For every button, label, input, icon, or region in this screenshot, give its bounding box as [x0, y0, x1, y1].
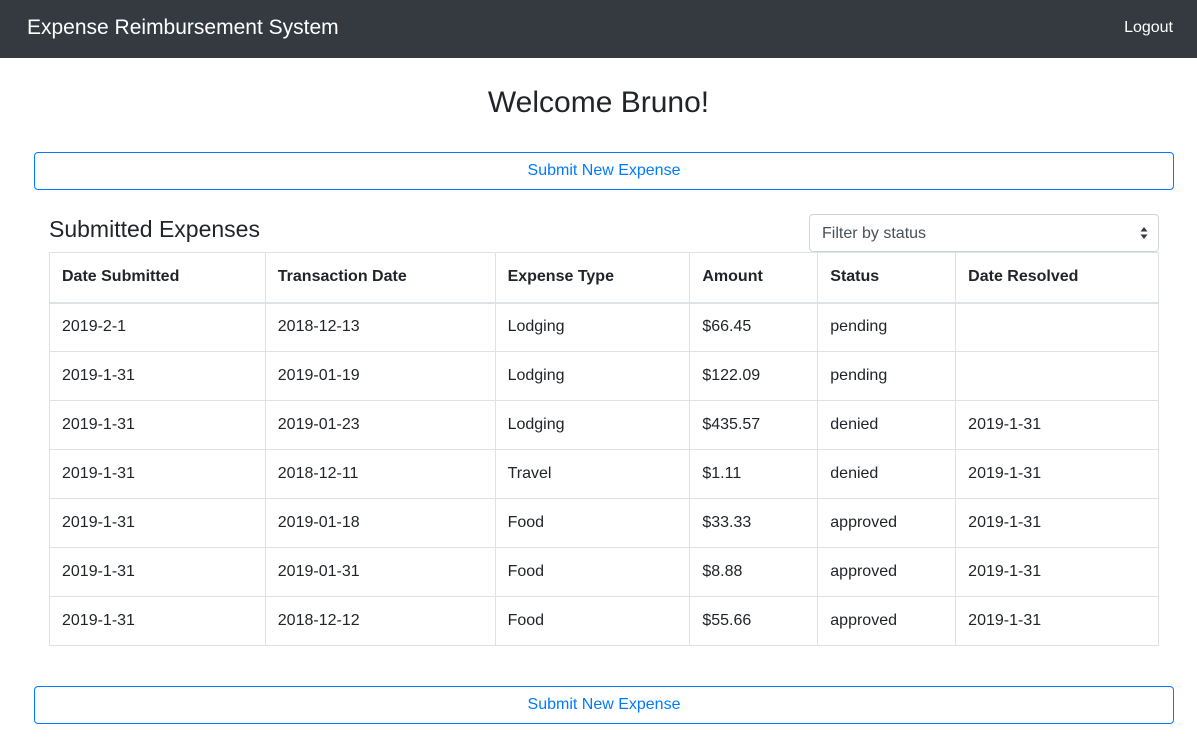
submit-expense-button-bottom[interactable]: Submit New Expense — [34, 686, 1174, 724]
table-row: 2019-1-31 2019-01-19 Lodging $122.09 pending — [49, 351, 1159, 401]
navbar: Expense Reimbursement System Logout — [0, 0, 1197, 58]
table-cell: 2019-1-31 — [955, 596, 1159, 646]
table-cell: Lodging — [494, 400, 691, 450]
table-cell: 2019-1-31 — [955, 547, 1159, 597]
table-cell: 2019-2-1 — [49, 302, 266, 352]
table-row: 2019-2-1 2018-12-13 Lodging $66.45 pending — [49, 302, 1159, 352]
table-cell: $8.88 — [689, 547, 819, 597]
table-cell: 2019-1-31 — [49, 498, 266, 548]
table-row: 2019-1-31 2019-01-31 Food $8.88 approved 2019… — [49, 547, 1159, 597]
logout-link[interactable]: Logout — [1124, 17, 1173, 39]
table-cell: $33.33 — [689, 498, 819, 548]
table-cell: $122.09 — [689, 351, 819, 401]
table-cell: Lodging — [494, 351, 691, 401]
table-header-row: Date Submitted Transaction Date Expense Ty… — [49, 252, 1159, 304]
table-cell: approved — [817, 498, 957, 548]
table-cell: $66.45 — [689, 302, 819, 352]
section-title: Submitted Expenses — [49, 216, 260, 242]
app-brand[interactable]: Expense Reimbursement System — [27, 14, 339, 42]
table-row: 2019-1-31 2019-01-18 Food $33.33 approved 201… — [49, 498, 1159, 548]
table-cell: approved — [817, 547, 957, 597]
column-header: Date Resolved — [955, 252, 1159, 304]
table-cell: 2019-01-19 — [264, 351, 496, 401]
table-cell: 2019-1-31 — [955, 400, 1159, 450]
table-cell: 2019-1-31 — [49, 400, 266, 450]
table-cell: $435.57 — [689, 400, 819, 450]
table-body: 2019-2-1 2018-12-13 Lodging $66.45 pending 20… — [49, 302, 1159, 646]
table-cell: Food — [494, 547, 691, 597]
table-cell: 2019-1-31 — [955, 449, 1159, 499]
select-arrows-icon — [1140, 227, 1148, 239]
table-cell: 2019-1-31 — [49, 596, 266, 646]
column-header: Expense Type — [494, 252, 691, 304]
table-cell: 2019-1-31 — [49, 547, 266, 597]
column-header: Amount — [689, 252, 819, 304]
table-row: 2019-1-31 2019-01-23 Lodging $435.57 denied 2… — [49, 400, 1159, 450]
table-cell: Food — [494, 596, 691, 646]
table-cell: Travel — [494, 449, 691, 499]
submit-expense-button-top[interactable]: Submit New Expense — [34, 152, 1174, 190]
table-cell: 2019-01-23 — [264, 400, 496, 450]
table-cell — [955, 351, 1159, 401]
table-row: 2019-1-31 2018-12-11 Travel $1.11 denied 2019… — [49, 449, 1159, 499]
column-header: Transaction Date — [264, 252, 496, 304]
table-cell: 2018-12-13 — [264, 302, 496, 352]
table-cell: denied — [817, 449, 957, 499]
status-filter-select[interactable]: Filter by status — [809, 214, 1159, 252]
table-cell: 2019-1-31 — [49, 449, 266, 499]
column-header: Status — [817, 252, 957, 304]
status-filter-placeholder: Filter by status — [822, 225, 927, 242]
table-cell: $55.66 — [689, 596, 819, 646]
table-cell: 2019-1-31 — [955, 498, 1159, 548]
table-cell: pending — [817, 351, 957, 401]
table-cell: 2019-1-31 — [49, 351, 266, 401]
table-cell: 2019-01-18 — [264, 498, 496, 548]
table-cell: 2018-12-11 — [264, 449, 496, 499]
table-cell: Lodging — [494, 302, 691, 352]
table-cell: 2018-12-12 — [264, 596, 496, 646]
welcome-heading: Welcome Bruno! — [487, 86, 710, 119]
table-cell: pending — [817, 302, 957, 352]
table-cell — [955, 302, 1159, 352]
expenses-table: Date Submitted Transaction Date Expense Ty… — [49, 252, 1159, 646]
table-cell: approved — [817, 596, 957, 646]
table-cell: Food — [494, 498, 691, 548]
table-cell: denied — [817, 400, 957, 450]
table-cell: 2019-01-31 — [264, 547, 496, 597]
table-row: 2019-1-31 2018-12-12 Food $55.66 approved 201… — [49, 596, 1159, 646]
column-header: Date Submitted — [49, 252, 266, 304]
table-cell: $1.11 — [689, 449, 819, 499]
